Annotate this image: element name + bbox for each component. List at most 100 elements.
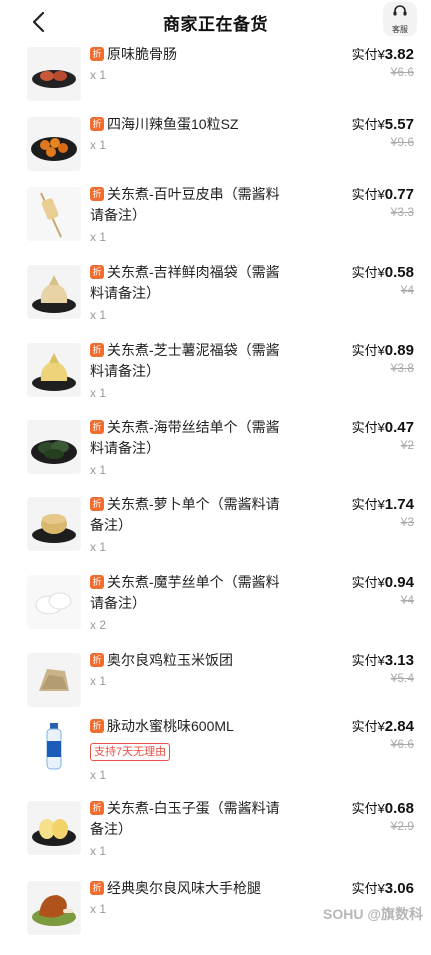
order-item[interactable]: 折关东煮-萝卜单个（需酱料请备注） x 1 实付¥1.74 ¥3 — [0, 494, 431, 571]
paid-prefix: 实付¥ — [351, 575, 385, 590]
original-price: ¥3.3 — [390, 205, 414, 219]
order-item[interactable]: 折原味脆骨肠 x 1 实付¥3.82 ¥6.6 — [0, 44, 431, 121]
paid-price: 实付¥2.84 — [352, 716, 414, 735]
paid-amount: 2.84 — [384, 718, 414, 735]
discount-tag: 折 — [90, 801, 104, 815]
paid-amount: 0.58 — [384, 264, 414, 281]
original-price: ¥4 — [400, 593, 414, 607]
customer-service-button[interactable]: 客服 — [383, 2, 417, 36]
return-policy-badge: 支持7天无理由 — [90, 743, 171, 761]
item-name: 折关东煮-海带丝结单个（需酱料请备注） — [90, 417, 290, 459]
discount-tag: 折 — [90, 653, 104, 667]
paid-amount: 5.57 — [384, 116, 414, 133]
paid-prefix: 实付¥ — [351, 420, 385, 435]
discount-tag: 折 — [90, 420, 104, 434]
radish-image — [27, 497, 81, 551]
fishball-image — [27, 117, 81, 171]
paid-prefix: 实付¥ — [351, 719, 385, 734]
order-item[interactable]: 折关东煮-芝士薯泥福袋（需酱料请备注） x 1 实付¥0.89 ¥3.8 — [0, 340, 431, 417]
item-name: 折关东煮-萝卜单个（需酱料请备注） — [90, 494, 290, 536]
paid-price: 实付¥0.47 — [352, 417, 414, 436]
item-quantity: x 1 — [90, 230, 107, 244]
original-price: ¥2 — [400, 438, 414, 452]
item-quantity: x 2 — [90, 618, 107, 632]
order-item[interactable]: 折关东煮-海带丝结单个（需酱料请备注） x 1 实付¥0.47 ¥2 — [0, 417, 431, 494]
item-quantity: x 1 — [90, 540, 107, 554]
item-name: 折关东煮-百叶豆皮串（需酱料请备注） — [90, 184, 290, 226]
page-title: 商家正在备货 — [163, 15, 268, 34]
item-name-text: 奥尔良鸡粒玉米饭团 — [107, 652, 233, 668]
original-price: ¥9.6 — [390, 135, 414, 149]
item-name-text: 原味脆骨肠 — [107, 46, 177, 62]
item-quantity: x 1 — [90, 674, 107, 688]
paid-prefix: 实付¥ — [351, 117, 385, 132]
item-quantity: x 1 — [90, 844, 107, 858]
item-name: 折关东煮-吉祥鲜肉福袋（需酱料请备注） — [90, 262, 290, 304]
header-bar: 商家正在备货 客服 — [0, 0, 431, 44]
tofu-skewer-image — [27, 187, 81, 241]
original-price: ¥5.4 — [390, 671, 414, 685]
discount-tag: 折 — [90, 117, 104, 131]
original-price: ¥6.6 — [390, 737, 414, 751]
paid-prefix: 实付¥ — [351, 47, 385, 62]
item-quantity: x 1 — [90, 308, 107, 322]
paid-price: 实付¥5.57 — [352, 114, 414, 133]
discount-tag: 折 — [90, 265, 104, 279]
paid-prefix: 实付¥ — [351, 653, 385, 668]
item-name-text: 四海川辣鱼蛋10粒SZ — [107, 116, 239, 132]
discount-tag: 折 — [90, 719, 104, 733]
item-name-text: 经典奥尔良风味大手枪腿 — [107, 880, 261, 896]
order-item[interactable]: 折关东煮-白玉子蛋（需酱料请备注） x 1 实付¥0.68 ¥2.9 — [0, 798, 431, 875]
discount-tag: 折 — [90, 575, 104, 589]
order-item[interactable]: 折脉动水蜜桃味600ML 支持7天无理由 x 1 实付¥2.84 ¥6.6 — [0, 716, 431, 793]
paid-price: 实付¥0.58 — [352, 262, 414, 281]
paid-price: 实付¥0.89 — [352, 340, 414, 359]
meat-pouch-image — [27, 265, 81, 319]
paid-prefix: 实付¥ — [351, 497, 385, 512]
paid-prefix: 实付¥ — [351, 343, 385, 358]
discount-tag: 折 — [90, 187, 104, 201]
paid-amount: 0.94 — [384, 574, 414, 591]
item-name: 折关东煮-魔芋丝单个（需酱料请备注） — [90, 572, 290, 614]
item-quantity: x 1 — [90, 138, 107, 152]
paid-price: 实付¥3.06 — [352, 878, 414, 897]
original-price: ¥3 — [400, 515, 414, 529]
paid-amount: 3.06 — [384, 880, 414, 897]
item-name-text: 关东煮-芝士薯泥福袋（需酱料请备注） — [90, 342, 280, 379]
headset-icon — [392, 4, 408, 23]
item-name: 折关东煮-芝士薯泥福袋（需酱料请备注） — [90, 340, 290, 382]
item-quantity: x 1 — [90, 463, 107, 477]
item-quantity: x 1 — [90, 386, 107, 400]
paid-price: 实付¥3.13 — [352, 650, 414, 669]
item-name: 折奥尔良鸡粒玉米饭团 — [90, 650, 290, 671]
item-name: 折关东煮-白玉子蛋（需酱料请备注） — [90, 798, 290, 840]
paid-amount: 0.47 — [384, 419, 414, 436]
paid-price: 实付¥1.74 — [352, 494, 414, 513]
item-name-text: 脉动水蜜桃味600ML — [107, 718, 234, 734]
paid-amount: 0.89 — [384, 342, 414, 359]
item-name-text: 关东煮-百叶豆皮串（需酱料请备注） — [90, 186, 280, 223]
paid-amount: 3.13 — [384, 652, 414, 669]
order-item[interactable]: 折四海川辣鱼蛋10粒SZ x 1 实付¥5.57 ¥9.6 — [0, 114, 431, 191]
order-item[interactable]: 折关东煮-吉祥鲜肉福袋（需酱料请备注） x 1 实付¥0.58 ¥4 — [0, 262, 431, 339]
item-name-text: 关东煮-萝卜单个（需酱料请备注） — [90, 496, 280, 533]
item-name: 折四海川辣鱼蛋10粒SZ — [90, 114, 290, 135]
item-name-text: 关东煮-海带丝结单个（需酱料请备注） — [90, 419, 280, 456]
konjac-image — [27, 575, 81, 629]
egg-image — [27, 801, 81, 855]
paid-prefix: 实付¥ — [351, 801, 385, 816]
order-item[interactable]: 折关东煮-百叶豆皮串（需酱料请备注） x 1 实付¥0.77 ¥3.3 — [0, 184, 431, 261]
discount-tag: 折 — [90, 47, 104, 61]
rice-ball-image — [27, 653, 81, 707]
order-item[interactable]: 折关东煮-魔芋丝单个（需酱料请备注） x 2 实付¥0.94 ¥4 — [0, 572, 431, 649]
paid-price: 实付¥0.68 — [352, 798, 414, 817]
kelp-knot-image — [27, 420, 81, 474]
customer-service-label: 客服 — [392, 24, 408, 34]
item-name: 折经典奥尔良风味大手枪腿 — [90, 878, 290, 899]
item-name-text: 关东煮-白玉子蛋（需酱料请备注） — [90, 800, 280, 837]
drink-bottle-image — [27, 719, 81, 773]
paid-amount: 1.74 — [384, 496, 414, 513]
paid-amount: 0.68 — [384, 800, 414, 817]
chicken-leg-image — [27, 881, 81, 935]
discount-tag: 折 — [90, 343, 104, 357]
